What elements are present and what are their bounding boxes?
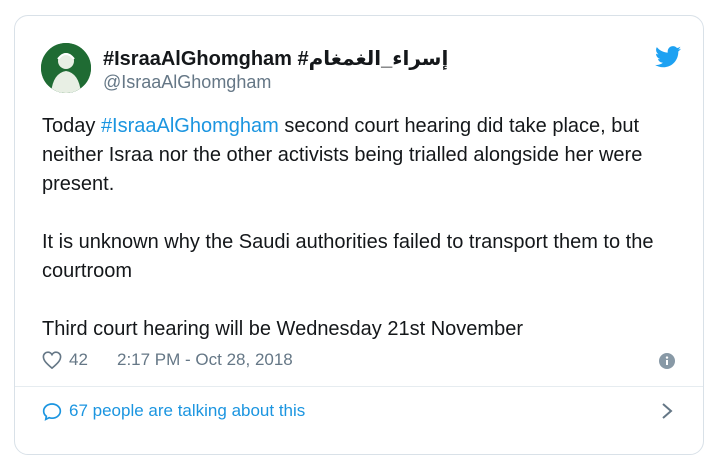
- heart-icon[interactable]: [42, 351, 62, 369]
- tweet-timestamp[interactable]: 2:17 PM - Oct 28, 2018: [117, 350, 293, 370]
- info-icon[interactable]: [659, 353, 675, 369]
- avatar-illustration: [41, 43, 91, 93]
- twitter-bird-icon[interactable]: [655, 46, 681, 68]
- like-count: 42: [69, 350, 88, 369]
- tweet-body: Today #IsraaAlGhomgham second court hear…: [42, 112, 692, 344]
- tweet-paragraph-3: Third court hearing will be Wednesday 21…: [42, 318, 523, 340]
- tweet-meta: 42 2:17 PM - Oct 28, 2018: [42, 348, 682, 374]
- hashtag-link[interactable]: #IsraaAlGhomgham: [101, 115, 279, 137]
- speech-bubble-icon: [42, 403, 62, 421]
- tweet-text-prefix: Today: [42, 115, 101, 137]
- divider: [15, 386, 703, 387]
- conversation-label[interactable]: 67 people are talking about this: [69, 401, 305, 421]
- account-handle[interactable]: @IsraaAlGhomgham: [103, 72, 271, 93]
- display-name[interactable]: #IsraaAlGhomgham #إسراء_الغمغام: [103, 46, 448, 71]
- tweet-paragraph-1: Today #IsraaAlGhomgham second court hear…: [42, 112, 692, 199]
- tweet-card: #IsraaAlGhomgham #إسراء_الغمغام @IsraaAl…: [14, 15, 704, 455]
- chevron-right-icon[interactable]: [661, 402, 673, 420]
- conversation-link[interactable]: 67 people are talking about this: [42, 398, 682, 426]
- avatar[interactable]: [41, 43, 91, 93]
- tweet-paragraph-2: It is unknown why the Saudi authorities …: [42, 231, 654, 282]
